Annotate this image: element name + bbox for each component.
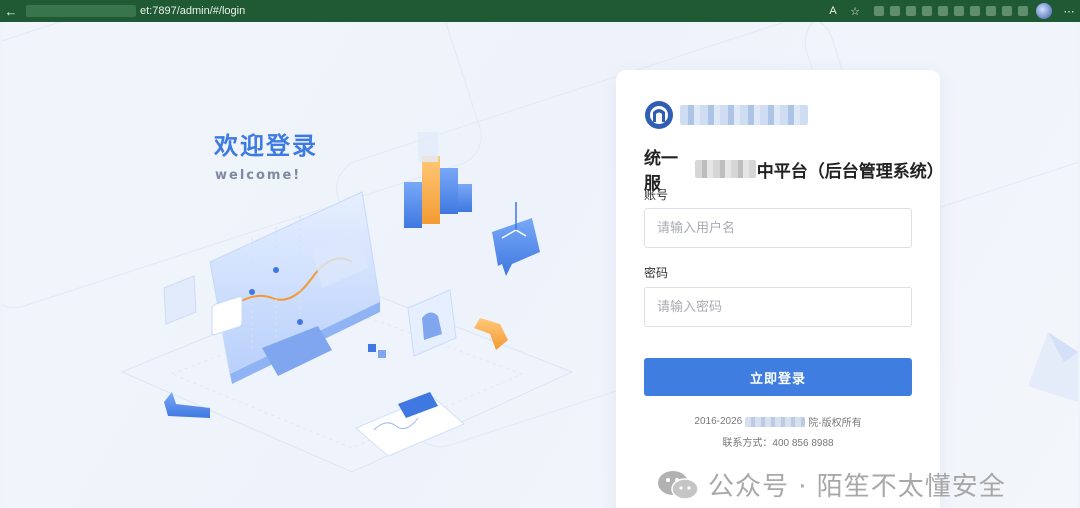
system-title-part: 中平台（后台管理系统） <box>756 161 944 182</box>
extension-icon[interactable] <box>938 6 948 16</box>
extension-icon[interactable] <box>1018 6 1028 16</box>
username-input[interactable] <box>644 208 912 248</box>
extension-icon[interactable] <box>954 6 964 16</box>
corner-decoration <box>1028 332 1078 402</box>
extension-icon[interactable] <box>874 6 884 16</box>
watermark-text: 公众号 · 陌笙不太懂安全 <box>708 472 1006 502</box>
bar-chart-graphic <box>404 132 472 228</box>
login-page: 欢迎登录 welcome! 统一服 中平台（后台管理系统） 账号 请输入用户名 … <box>2 22 1078 508</box>
favorite-star-icon[interactable]: ☆ <box>844 5 866 18</box>
cube-graphic <box>368 344 376 352</box>
floating-card-graphic <box>163 275 197 325</box>
back-arrow-icon[interactable]: ← <box>0 4 22 19</box>
profile-avatar-icon[interactable] <box>1036 3 1052 19</box>
trend-bubble-graphic <box>492 202 540 276</box>
password-label: 密码 <box>644 266 669 280</box>
cube-graphic <box>378 350 386 358</box>
system-title-obscured <box>694 160 756 178</box>
password-input[interactable] <box>644 287 912 327</box>
copyright-years: 2016-2026 <box>694 416 743 427</box>
url-obscured-segment <box>26 5 136 17</box>
wechat-watermark: 公众号 · 陌笙不太懂安全 <box>656 466 1006 503</box>
extension-icon[interactable] <box>922 6 932 16</box>
copyright-text: 2016-2026 院-版权所有 <box>616 414 940 429</box>
copyright-org-obscured <box>745 416 806 427</box>
extension-icon[interactable] <box>906 6 916 16</box>
extension-icon[interactable] <box>970 6 980 16</box>
browser-toolbar: ← et:7897/admin/#/login A ☆ ⋯ <box>0 0 1080 22</box>
logo-row <box>644 100 808 130</box>
system-title: 统一服 中平台（后台管理系统） <box>644 144 944 194</box>
address-bar-url[interactable]: et:7897/admin/#/login <box>140 5 245 17</box>
copyright-suffix: 院-版权所有 <box>808 418 862 429</box>
login-submit-button[interactable]: 立即登录 <box>644 358 912 396</box>
logo-name-obscured <box>680 105 808 125</box>
account-label: 账号 <box>644 188 669 202</box>
more-menu-icon[interactable]: ⋯ <box>1058 5 1080 18</box>
extension-icon[interactable] <box>1002 6 1012 16</box>
contact-info: 联系方式：400 856 8988 <box>722 438 834 449</box>
extension-icon[interactable] <box>986 6 996 16</box>
wechat-icon <box>658 470 699 500</box>
extension-icon[interactable] <box>890 6 900 16</box>
extension-icons[interactable] <box>874 6 1028 16</box>
read-aloud-icon[interactable]: A <box>822 5 844 17</box>
login-card: 统一服 中平台（后台管理系统） 账号 密码 立即登录 2016-2026 院-版… <box>616 70 944 508</box>
dashboard-illustration <box>120 132 574 473</box>
organization-logo-icon <box>645 101 673 129</box>
